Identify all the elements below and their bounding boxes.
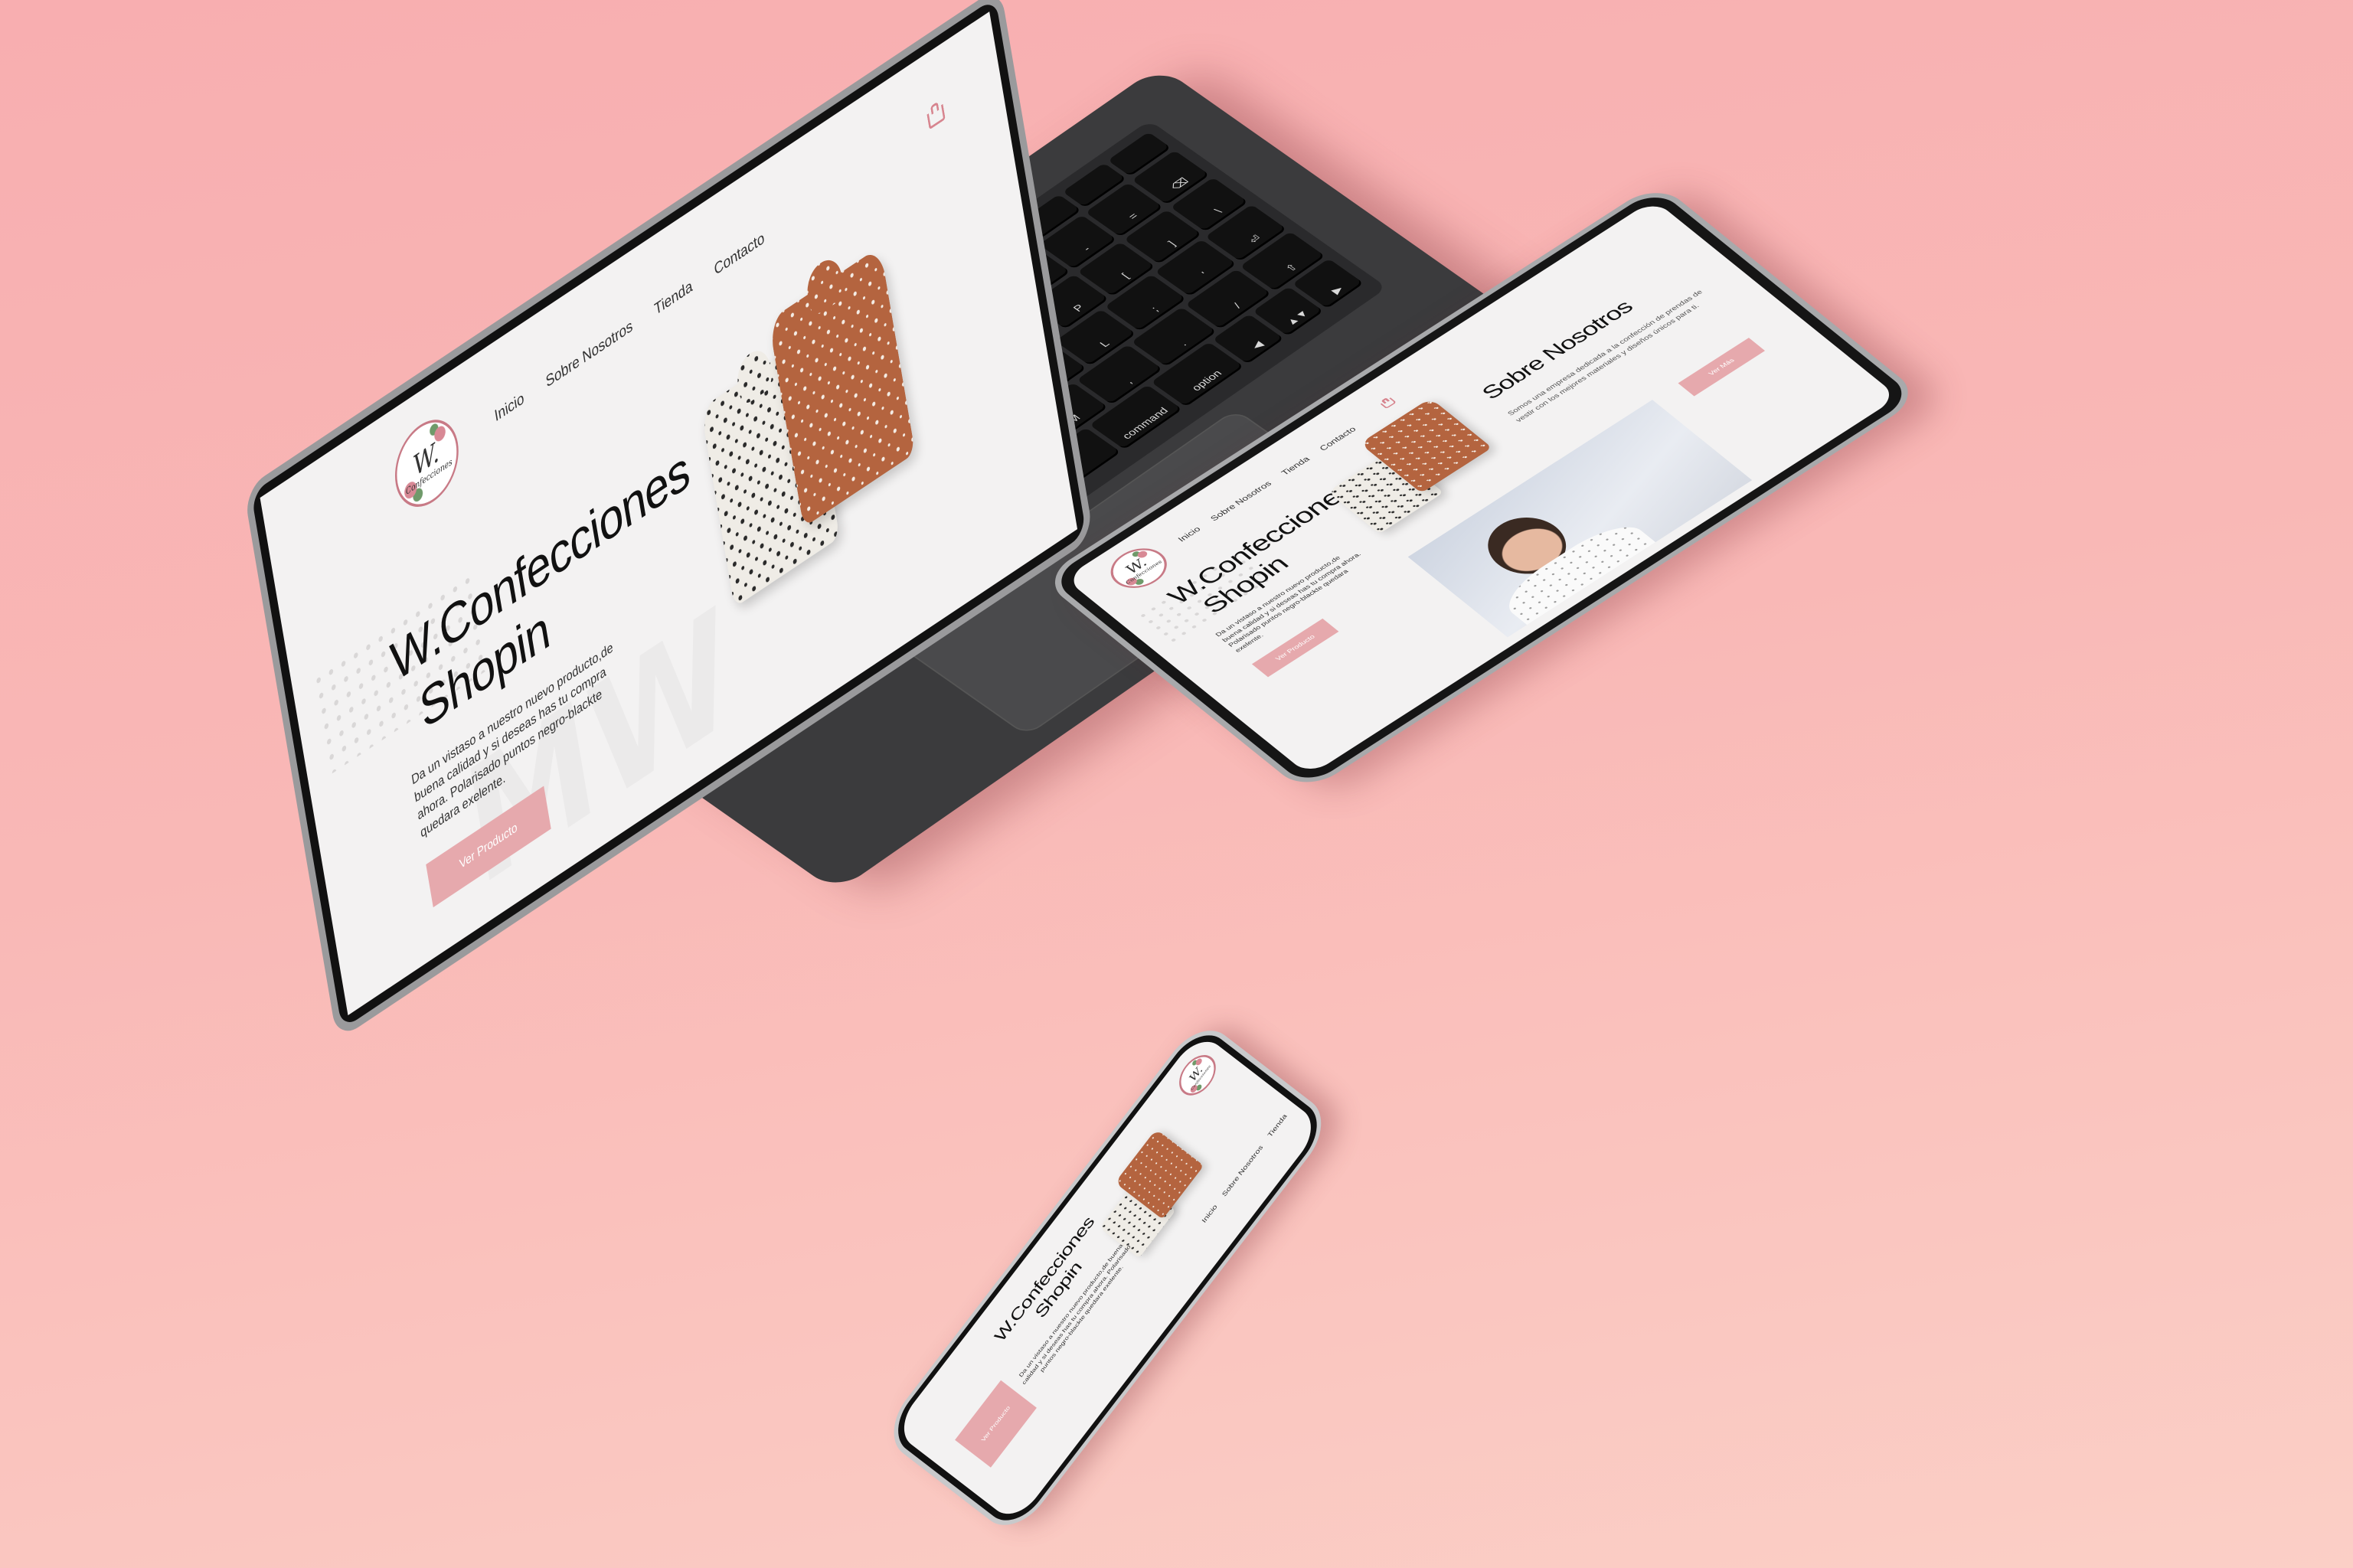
- nav-item-tienda[interactable]: Tienda: [653, 277, 694, 320]
- laptop-lid: MW W. Confecciones Inicio Sobre Nosotros…: [243, 0, 1094, 1042]
- nav-item-inicio[interactable]: Inicio: [1176, 525, 1203, 544]
- nav-item-sobre-nosotros[interactable]: Sobre Nosotros: [1208, 479, 1273, 522]
- brand-logo[interactable]: W. Confecciones: [1172, 1047, 1224, 1102]
- nav-item-tienda[interactable]: Tienda: [1266, 1112, 1289, 1138]
- cart-icon[interactable]: [926, 103, 946, 130]
- laptop-screen: MW W. Confecciones Inicio Sobre Nosotros…: [260, 11, 1078, 1016]
- device-mockup-scene: { "brand": { "logo_mark": "W.", "logo_su…: [0, 0, 2353, 1568]
- see-more-button[interactable]: Ver Más: [1678, 338, 1765, 397]
- product-image: [691, 219, 939, 608]
- hero-title-line1: W.Confecciones: [991, 1214, 1098, 1345]
- nav-item-contacto[interactable]: Contacto: [713, 229, 766, 279]
- phone: W. Confecciones Inicio Sobre Nosotros Ti…: [879, 1017, 1336, 1539]
- phone-screen: W. Confecciones Inicio Sobre Nosotros Ti…: [892, 1031, 1322, 1525]
- view-product-button[interactable]: Ver Producto: [955, 1380, 1037, 1468]
- nav-item-sobre-nosotros[interactable]: Sobre Nosotros: [1221, 1144, 1264, 1198]
- cart-icon[interactable]: [1380, 397, 1397, 410]
- brand-logo[interactable]: W. Confecciones: [389, 404, 465, 523]
- nav-item-inicio[interactable]: Inicio: [1201, 1203, 1219, 1223]
- nav-item-inicio[interactable]: Inicio: [493, 390, 525, 426]
- nav-item-sobre-nosotros[interactable]: Sobre Nosotros: [544, 317, 633, 392]
